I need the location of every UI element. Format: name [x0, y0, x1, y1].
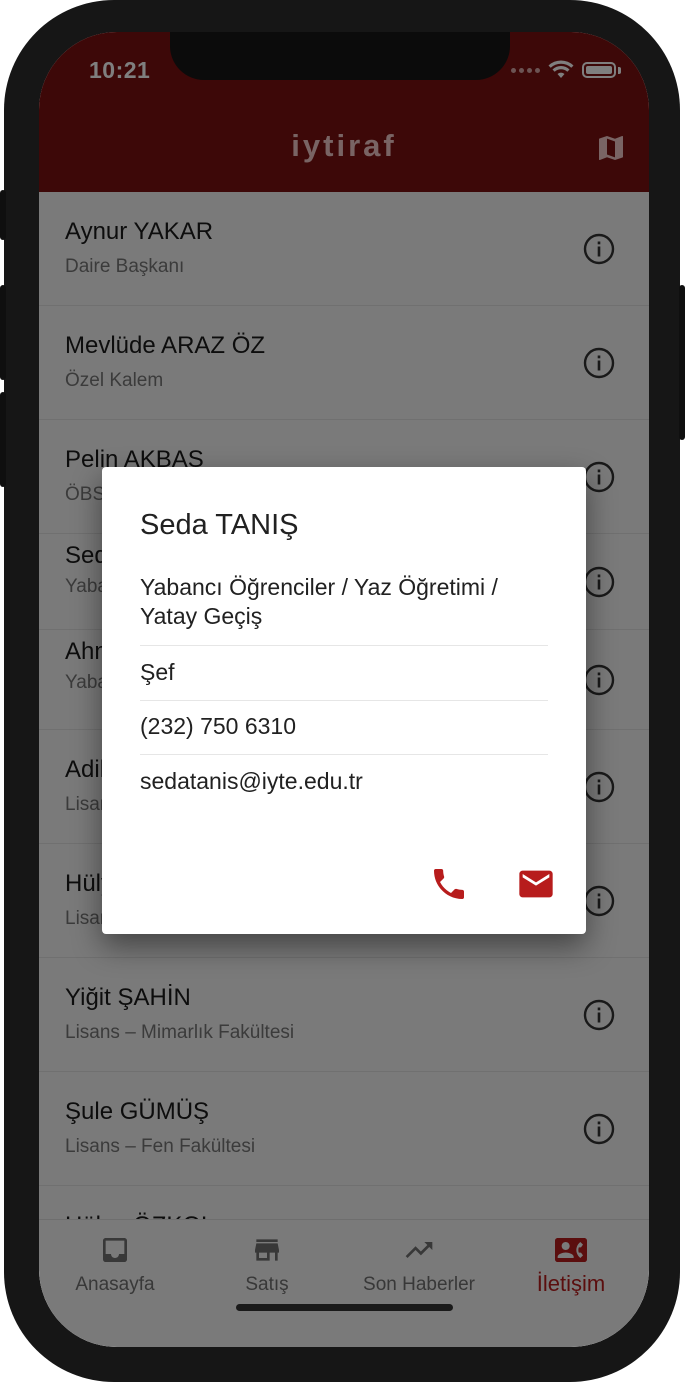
- volume-down-button: [0, 392, 6, 487]
- divider: [140, 700, 548, 701]
- dialog-department: Yabancı Öğrenciler / Yaz Öğretimi / Yata…: [140, 574, 498, 629]
- email-icon[interactable]: [516, 864, 556, 904]
- phone-icon[interactable]: [429, 864, 469, 904]
- home-indicator[interactable]: [236, 1304, 453, 1311]
- volume-up-button: [0, 285, 6, 380]
- divider: [140, 645, 548, 646]
- dialog-email[interactable]: sedatanis@iyte.edu.tr: [140, 767, 548, 796]
- mute-switch: [0, 190, 6, 240]
- dialog-phone[interactable]: (232) 750 6310: [140, 712, 548, 741]
- dialog-title: Şef: [140, 659, 175, 685]
- contact-dialog: Seda TANIŞ Yabancı Öğrenciler / Yaz Öğre…: [102, 467, 586, 934]
- power-button: [679, 285, 685, 440]
- divider: [140, 754, 548, 755]
- dialog-contact-name: Seda TANIŞ: [140, 509, 299, 541]
- screen: 10:21 iytiraf Aynur YAKAR Daire Başkanı …: [39, 32, 649, 1347]
